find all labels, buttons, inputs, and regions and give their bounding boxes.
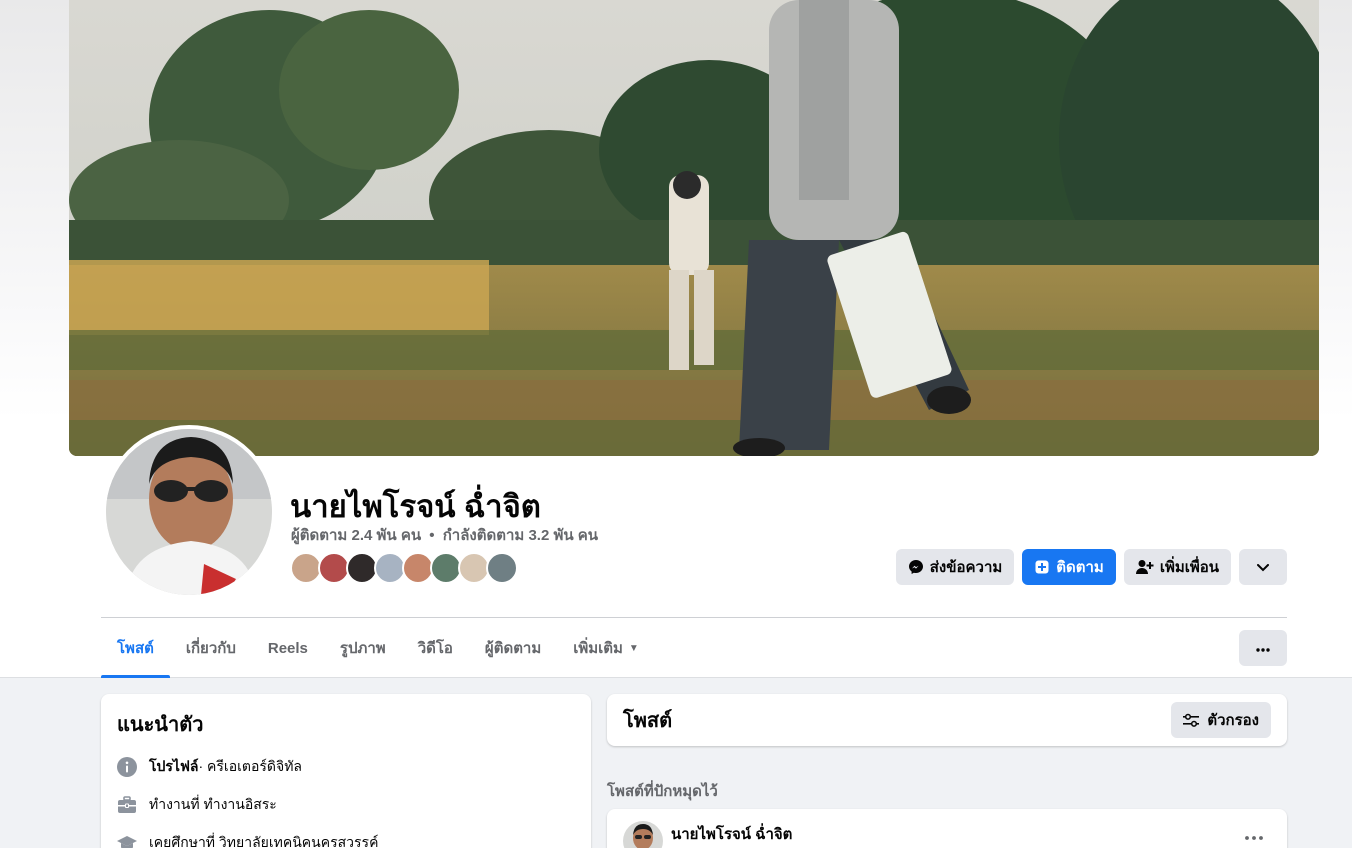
tab-posts[interactable]: โพสต์	[101, 618, 170, 678]
more-actions-dropdown[interactable]	[1239, 549, 1287, 585]
tab-followers[interactable]: ผู้ติดตาม	[469, 618, 557, 678]
filter-sliders-icon	[1183, 712, 1200, 728]
tab-label: โพสต์	[117, 640, 154, 657]
follow-icon	[1034, 559, 1050, 575]
post-author: นายไพโรจน์ ฉ่ำจิต	[623, 821, 1271, 848]
caret-down-icon: ▼	[628, 642, 639, 654]
tab-label: Reels	[267, 639, 308, 657]
intro-title: แนะนำตัว	[117, 714, 204, 736]
post-author-avatar[interactable]	[623, 821, 663, 848]
messenger-icon	[908, 559, 924, 575]
posts-header-card: โพสต์ ตัวกรอง	[607, 694, 1287, 746]
profile-avatar[interactable]	[102, 425, 276, 599]
tab-label: วิดีโอ	[417, 640, 453, 657]
intro-card: แนะนำตัว โปรไฟล์ · ครีเอเตอร์ดิจิทัล ทำง…	[101, 694, 591, 848]
profile-actions: ส่งข้อความ ติดตาม เพิ่มเพื่อน	[895, 549, 1287, 585]
tab-videos[interactable]: วิดีโอ	[402, 618, 469, 678]
profile-header: นายไพโรจน์ ฉ่ำจิต ผู้ติดตาม 2.4 พัน คน •…	[0, 0, 1352, 678]
cover-photo[interactable]	[69, 0, 1319, 456]
intro-profile-label: โปรไฟล์	[149, 758, 199, 774]
add-friend-button-label: เพิ่มเพื่อน	[1159, 559, 1219, 576]
add-friend-icon	[1135, 559, 1154, 575]
mutual-avatar[interactable]	[486, 552, 518, 584]
filter-button-label: ตัวกรอง	[1207, 712, 1259, 729]
intro-row-education: เคยศึกษาที่ วิทยาลัยเทคนิคนครสวรรค์	[117, 832, 575, 848]
tab-reels[interactable]: Reels	[252, 618, 324, 678]
ellipsis-icon	[1245, 827, 1263, 844]
pinned-posts-label: โพสต์ที่ปักหมุดไว้	[607, 783, 718, 800]
filter-button[interactable]: ตัวกรอง	[1171, 702, 1271, 738]
follow-stats: ผู้ติดตาม 2.4 พัน คน • กำลังติดตาม 3.2 พ…	[291, 523, 598, 547]
graduation-cap-icon	[117, 833, 137, 848]
tab-more[interactable]: เพิ่มเติม ▼	[557, 618, 655, 678]
follow-button[interactable]: ติดตาม	[1022, 549, 1116, 585]
tab-label: เกี่ยวกับ	[185, 640, 236, 657]
chevron-down-icon	[1257, 559, 1269, 576]
pinned-post-card: นายไพโรจน์ ฉ่ำจิต	[607, 809, 1287, 848]
add-friend-button[interactable]: เพิ่มเพื่อน	[1123, 549, 1231, 585]
profile-tabs: โพสต์ เกี่ยวกับ Reels รูปภาพ วิดีโอ ผู้ต…	[101, 618, 655, 678]
intro-profile-category: · ครีเอเตอร์ดิจิทัล	[198, 758, 303, 774]
intro-work-text: ทำงานที่ ทำงานอิสระ	[149, 796, 277, 812]
tabs-more-button[interactable]	[1239, 630, 1287, 666]
post-options-button[interactable]	[1245, 827, 1263, 845]
tab-label: เพิ่มเติม	[573, 640, 623, 657]
message-button[interactable]: ส่งข้อความ	[895, 549, 1015, 585]
post-author-name[interactable]: นายไพโรจน์ ฉ่ำจิต	[671, 822, 792, 846]
tab-about[interactable]: เกี่ยวกับ	[170, 618, 252, 678]
following-count[interactable]: กำลังติดตาม 3.2 พัน คน	[443, 527, 598, 544]
intro-education-text: เคยศึกษาที่ วิทยาลัยเทคนิคนครสวรรค์	[149, 834, 379, 848]
intro-row-profile: โปรไฟล์ · ครีเอเตอร์ดิจิทัล	[117, 756, 575, 778]
message-button-label: ส่งข้อความ	[929, 559, 1003, 576]
followers-count[interactable]: ผู้ติดตาม 2.4 พัน คน	[291, 527, 421, 544]
stats-separator: •	[429, 527, 435, 544]
tab-label: ผู้ติดตาม	[484, 640, 542, 657]
briefcase-icon	[117, 795, 137, 815]
ellipsis-icon	[1256, 639, 1270, 657]
tab-photos[interactable]: รูปภาพ	[324, 618, 402, 678]
tab-label: รูปภาพ	[339, 640, 386, 657]
posts-title: โพสต์	[623, 710, 673, 732]
intro-row-work: ทำงานที่ ทำงานอิสระ	[117, 794, 575, 816]
info-icon	[117, 757, 137, 777]
profile-avatar-image	[106, 429, 272, 595]
cover-photo-image	[69, 0, 1319, 456]
mutual-avatars	[290, 552, 518, 586]
follow-button-label: ติดตาม	[1056, 559, 1104, 576]
